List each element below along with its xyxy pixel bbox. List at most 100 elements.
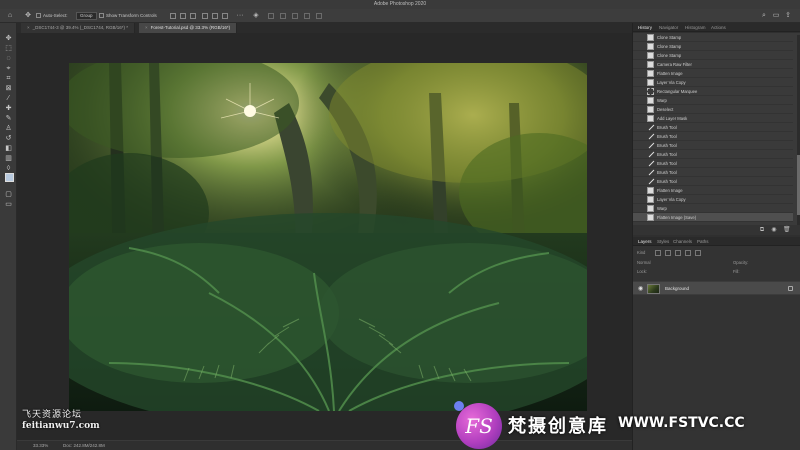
- quick-select-tool-icon[interactable]: ⌖: [4, 65, 13, 73]
- history-item[interactable]: Layer Via Copy: [633, 195, 793, 204]
- history-item-label: Brush Tool: [657, 161, 677, 166]
- history-item[interactable]: Add Layer Mask: [633, 114, 793, 123]
- tab-styles[interactable]: Styles: [657, 237, 669, 246]
- filter-pixel-icon[interactable]: [655, 250, 661, 256]
- 3d-slide-icon[interactable]: [304, 13, 310, 19]
- document-icon: [647, 34, 654, 41]
- eraser-tool-icon[interactable]: ◧: [4, 145, 13, 153]
- history-item[interactable]: Clone Stamp: [633, 33, 793, 42]
- history-item[interactable]: Brush Tool: [633, 132, 793, 141]
- marquee-tool-icon[interactable]: ⬚: [4, 45, 13, 53]
- history-item[interactable]: Flatten Image (Save): [633, 213, 793, 222]
- share-icon[interactable]: ⇪: [784, 12, 792, 20]
- move-tool-icon[interactable]: ✥: [24, 12, 32, 20]
- tab-layers[interactable]: Layers: [638, 237, 652, 246]
- gradient-tool-icon[interactable]: ▥: [4, 155, 13, 163]
- filter-shape-icon[interactable]: [685, 250, 691, 256]
- history-item[interactable]: Flatten Image: [633, 69, 793, 78]
- close-tab-icon[interactable]: ×: [27, 25, 30, 30]
- 3d-scale-icon[interactable]: [316, 13, 322, 19]
- 3d-mode-icon[interactable]: ◈: [252, 12, 260, 20]
- new-snapshot-icon[interactable]: ◉: [771, 227, 777, 233]
- history-item[interactable]: Brush Tool: [633, 177, 793, 186]
- history-item[interactable]: Flatten Image: [633, 186, 793, 195]
- history-brush-icon[interactable]: ↺: [4, 135, 13, 143]
- history-item[interactable]: Brush Tool: [633, 123, 793, 132]
- search-icon[interactable]: ⌕: [760, 12, 768, 20]
- watermark-feitian: 飞天资源论坛 feitianwu7.com: [22, 407, 100, 431]
- close-tab-icon[interactable]: ×: [145, 25, 148, 30]
- eyedropper-tool-icon[interactable]: ⁄: [4, 95, 13, 103]
- screen-mode-icon[interactable]: ▭: [4, 201, 13, 209]
- lasso-tool-icon[interactable]: ◌: [4, 55, 13, 63]
- blur-tool-icon[interactable]: ◊: [4, 165, 13, 173]
- frame-tool-icon[interactable]: ⊠: [4, 85, 13, 93]
- history-item[interactable]: Brush Tool: [633, 150, 793, 159]
- 3d-rotate-icon[interactable]: [268, 13, 274, 19]
- history-item-label: Brush Tool: [657, 170, 677, 175]
- lock-icon[interactable]: [788, 286, 793, 291]
- trash-icon[interactable]: 🗑: [783, 227, 791, 233]
- history-item[interactable]: Camera Raw Filter: [633, 60, 793, 69]
- tab-actions[interactable]: Actions: [711, 23, 726, 32]
- doc-size[interactable]: Doc: 242.8M/242.8M: [63, 441, 105, 450]
- align-left-icon[interactable]: [170, 13, 176, 19]
- fill-label[interactable]: Fill:: [733, 268, 740, 275]
- history-item-label: Layer Via Copy: [657, 80, 686, 85]
- 3d-pan-icon[interactable]: [292, 13, 298, 19]
- history-item[interactable]: Clone Stamp: [633, 51, 793, 60]
- history-item[interactable]: Layer Via Copy: [633, 78, 793, 87]
- tab-dsc1744[interactable]: × _DSC1744-3 @ 39.4% (_DSC1744, RGB/16*) …: [21, 23, 136, 33]
- history-item-label: Deselect: [657, 107, 674, 112]
- foreground-color-swatch[interactable]: [5, 173, 14, 182]
- clone-stamp-tool-icon[interactable]: ♙: [4, 125, 13, 133]
- visibility-eye-icon[interactable]: ◉: [638, 285, 643, 293]
- history-item[interactable]: Clone Stamp: [633, 42, 793, 51]
- forest-photo[interactable]: [69, 63, 587, 411]
- blend-mode-select[interactable]: Normal: [637, 259, 697, 266]
- tab-histogram[interactable]: Histogram: [685, 23, 706, 32]
- history-item[interactable]: Warp: [633, 96, 793, 105]
- align-middle-icon[interactable]: [212, 13, 218, 19]
- transform-controls-checkbox[interactable]: [99, 13, 104, 18]
- layer-row-background[interactable]: ◉ Background: [633, 281, 800, 295]
- tab-paths[interactable]: Paths: [697, 237, 709, 246]
- logo-text: FS: [465, 414, 493, 438]
- document-icon: [647, 52, 654, 59]
- align-right-icon[interactable]: [190, 13, 196, 19]
- brush-tool-icon[interactable]: ✎: [4, 115, 13, 123]
- tab-forest-tutorial[interactable]: × Forest-Tutorial.psd @ 33.3% (RGB/16*): [139, 23, 238, 33]
- workspace-icon[interactable]: ▭: [772, 12, 780, 20]
- history-item[interactable]: Rectangular Marquee: [633, 87, 793, 96]
- more-options-icon[interactable]: ···: [236, 12, 244, 20]
- align-bottom-icon[interactable]: [222, 13, 228, 19]
- history-item-label: Flatten Image (Save): [657, 215, 697, 220]
- tab-channels[interactable]: Channels: [673, 237, 692, 246]
- quick-mask-icon[interactable]: ▢: [4, 191, 13, 199]
- align-top-icon[interactable]: [202, 13, 208, 19]
- 3d-roll-icon[interactable]: [280, 13, 286, 19]
- tab-history[interactable]: History: [638, 23, 652, 32]
- zoom-level[interactable]: 33.33%: [33, 441, 48, 450]
- history-item[interactable]: Brush Tool: [633, 159, 793, 168]
- history-item[interactable]: Brush Tool: [633, 168, 793, 177]
- opacity-label[interactable]: Opacity:: [733, 259, 748, 266]
- filter-smart-icon[interactable]: [695, 250, 701, 256]
- align-center-icon[interactable]: [180, 13, 186, 19]
- filter-type-icon[interactable]: [675, 250, 681, 256]
- move-tool-icon[interactable]: ✥: [4, 35, 13, 43]
- kind-filter[interactable]: Kind: [637, 249, 645, 257]
- crop-tool-icon[interactable]: ⌗: [4, 75, 13, 83]
- history-item[interactable]: Warp: [633, 204, 793, 213]
- home-icon[interactable]: ⌂: [6, 12, 14, 20]
- new-document-from-state-icon[interactable]: ⧉: [759, 227, 765, 233]
- history-item[interactable]: Brush Tool: [633, 141, 793, 150]
- document-icon: [647, 97, 654, 104]
- healing-tool-icon[interactable]: ✚: [4, 105, 13, 113]
- canvas-area[interactable]: [17, 33, 632, 440]
- auto-select-checkbox[interactable]: [36, 13, 41, 18]
- tab-navigator[interactable]: Navigator: [659, 23, 678, 32]
- history-item[interactable]: Deselect: [633, 105, 793, 114]
- filter-adjustment-icon[interactable]: [665, 250, 671, 256]
- auto-select-dropdown[interactable]: Group: [76, 12, 97, 20]
